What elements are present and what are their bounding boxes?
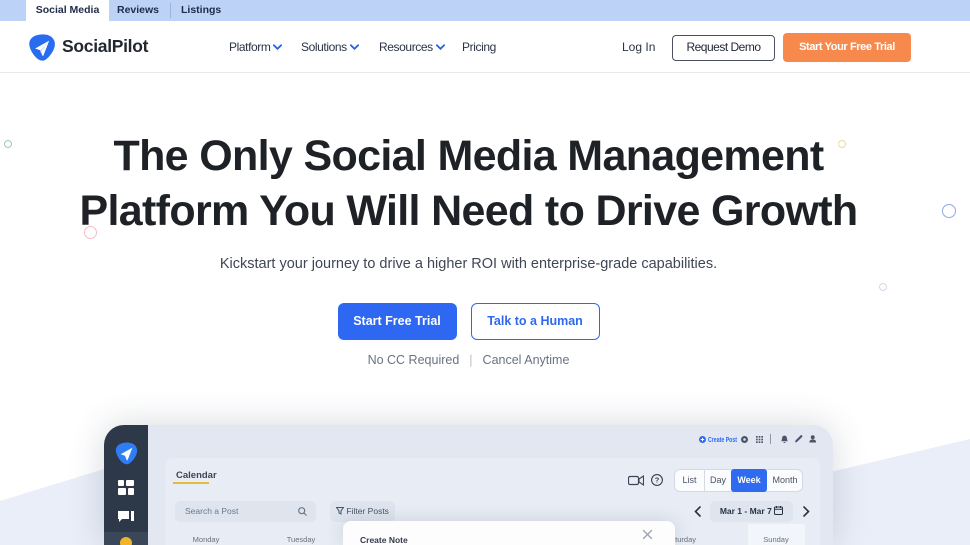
svg-text:Create Post: Create Post bbox=[708, 435, 737, 444]
svg-text:?: ? bbox=[655, 476, 660, 485]
